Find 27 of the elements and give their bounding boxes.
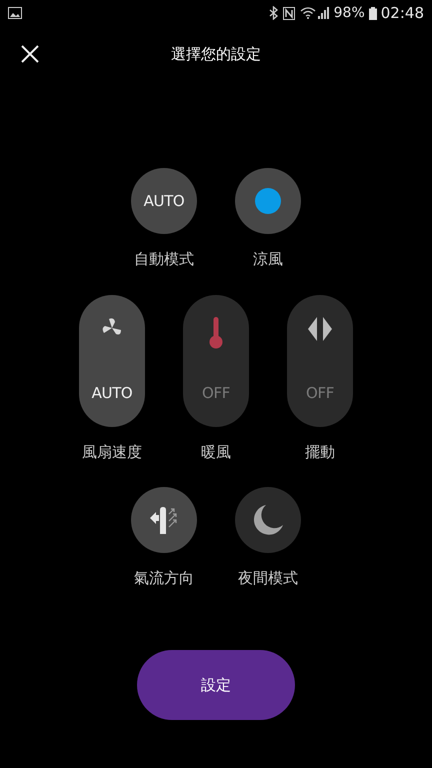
moon-icon xyxy=(252,504,284,536)
value-text: AUTO xyxy=(92,383,132,404)
signal-icon xyxy=(318,7,330,19)
wifi-icon xyxy=(300,7,316,19)
mode-label: 自動模式 xyxy=(134,249,194,270)
value-text: OFF xyxy=(202,383,230,404)
mode-toggle[interactable]: AUTO xyxy=(79,294,145,426)
mode-label: 風扇速度 xyxy=(82,442,142,462)
screen-title: 選擇您的設定 xyxy=(170,44,262,65)
mode-label: 夜間模式 xyxy=(238,568,298,589)
mode-label: 氣流方向 xyxy=(134,568,194,589)
image-icon xyxy=(8,7,22,19)
mode-label: 擺動 xyxy=(305,442,335,462)
mode-button[interactable]: AUTO xyxy=(131,168,197,234)
thermometer-icon xyxy=(209,316,223,348)
mode-label: 涼風 xyxy=(253,249,283,270)
battery-percent: 98% xyxy=(334,4,365,22)
value-text: AUTO xyxy=(144,190,184,212)
bluetooth-icon xyxy=(268,6,278,20)
clock-time: 02:48 xyxy=(380,2,424,24)
nfc-icon xyxy=(282,6,295,20)
left-right-arrows-icon xyxy=(305,316,335,340)
dot-icon xyxy=(255,188,281,214)
confirm-button[interactable]: 設定 xyxy=(137,650,295,720)
mode-label: 暖風 xyxy=(201,442,231,462)
battery-icon xyxy=(368,6,377,20)
value-text: OFF xyxy=(306,383,334,404)
